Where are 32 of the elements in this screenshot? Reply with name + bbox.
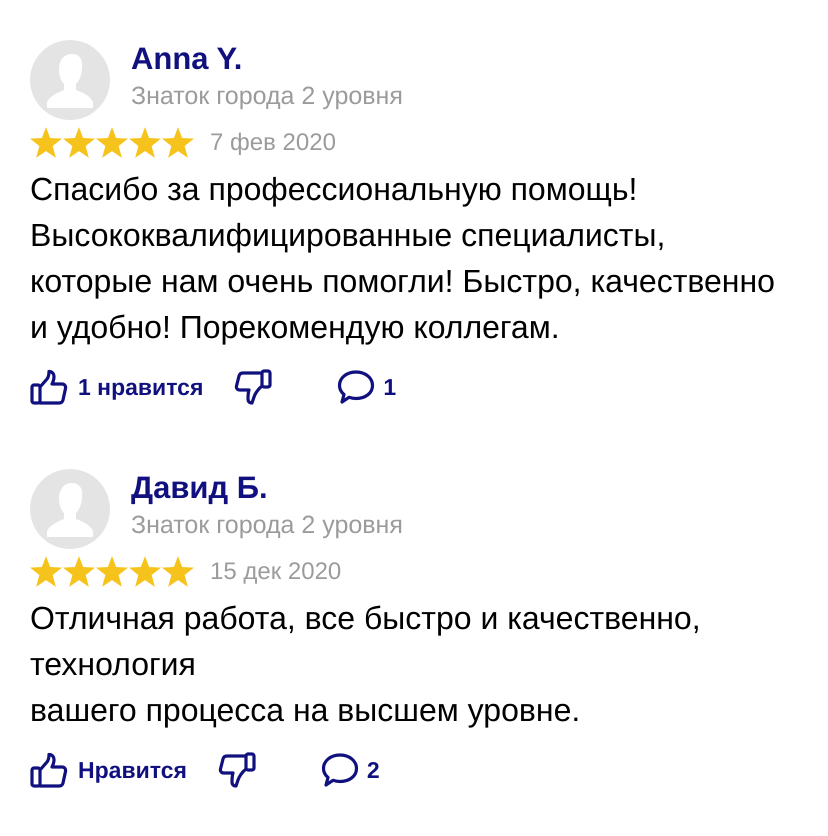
thumbs-up-icon [30,752,68,788]
author-level: Знаток города 2 уровня [131,510,403,540]
star-icon [162,127,194,158]
comment-icon [320,752,359,788]
like-button[interactable]: 1 нравится [30,369,204,405]
star-icon [162,556,194,587]
star-icon [63,556,95,587]
star-icon [96,556,128,587]
comment-icon [337,369,376,405]
dislike-button[interactable] [234,369,272,405]
thumbs-down-icon [234,369,272,405]
star-icon [129,127,161,158]
thumbs-down-icon [218,752,256,788]
author-name[interactable]: Давид Б. [131,469,403,507]
review-text: Отличная работа, все быстро и качественно, технология вашего процесса на высшем уровне. [30,599,702,730]
star-icon [30,127,62,158]
review-text: Спасибо за профессиональную помощь! Высококвалифицированные специалисты, которые нам очень помогли! Быстро, качественно и удобно! Порекомендую коллегам. [30,170,776,347]
review-date: 15 дек 2020 [210,556,342,586]
avatar-icon [30,469,110,549]
dislike-button[interactable] [218,752,256,788]
avatar-icon [30,40,110,120]
author-name[interactable]: Anna Y. [131,40,403,78]
star-icon [96,127,128,158]
star-icon [30,556,62,587]
like-button[interactable]: Нравится [30,752,187,788]
comments-button[interactable]: 2 [320,752,380,788]
star-icon [129,556,161,587]
review-date: 7 фев 2020 [210,128,336,158]
star-icon [63,127,95,158]
comments-button[interactable]: 1 [337,369,396,405]
thumbs-up-icon [30,369,68,405]
author-level: Знаток города 2 уровня [131,81,403,111]
